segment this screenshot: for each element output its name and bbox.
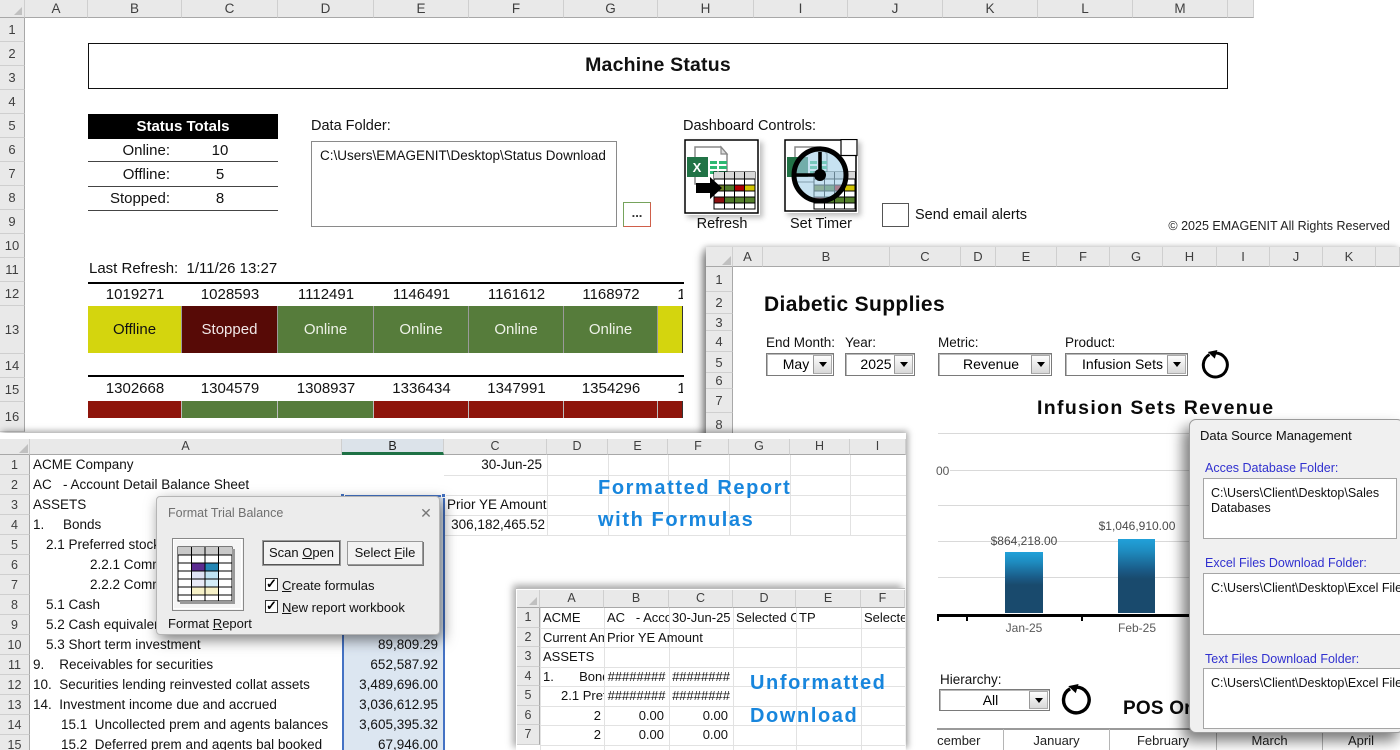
svg-text:X: X bbox=[693, 160, 702, 175]
